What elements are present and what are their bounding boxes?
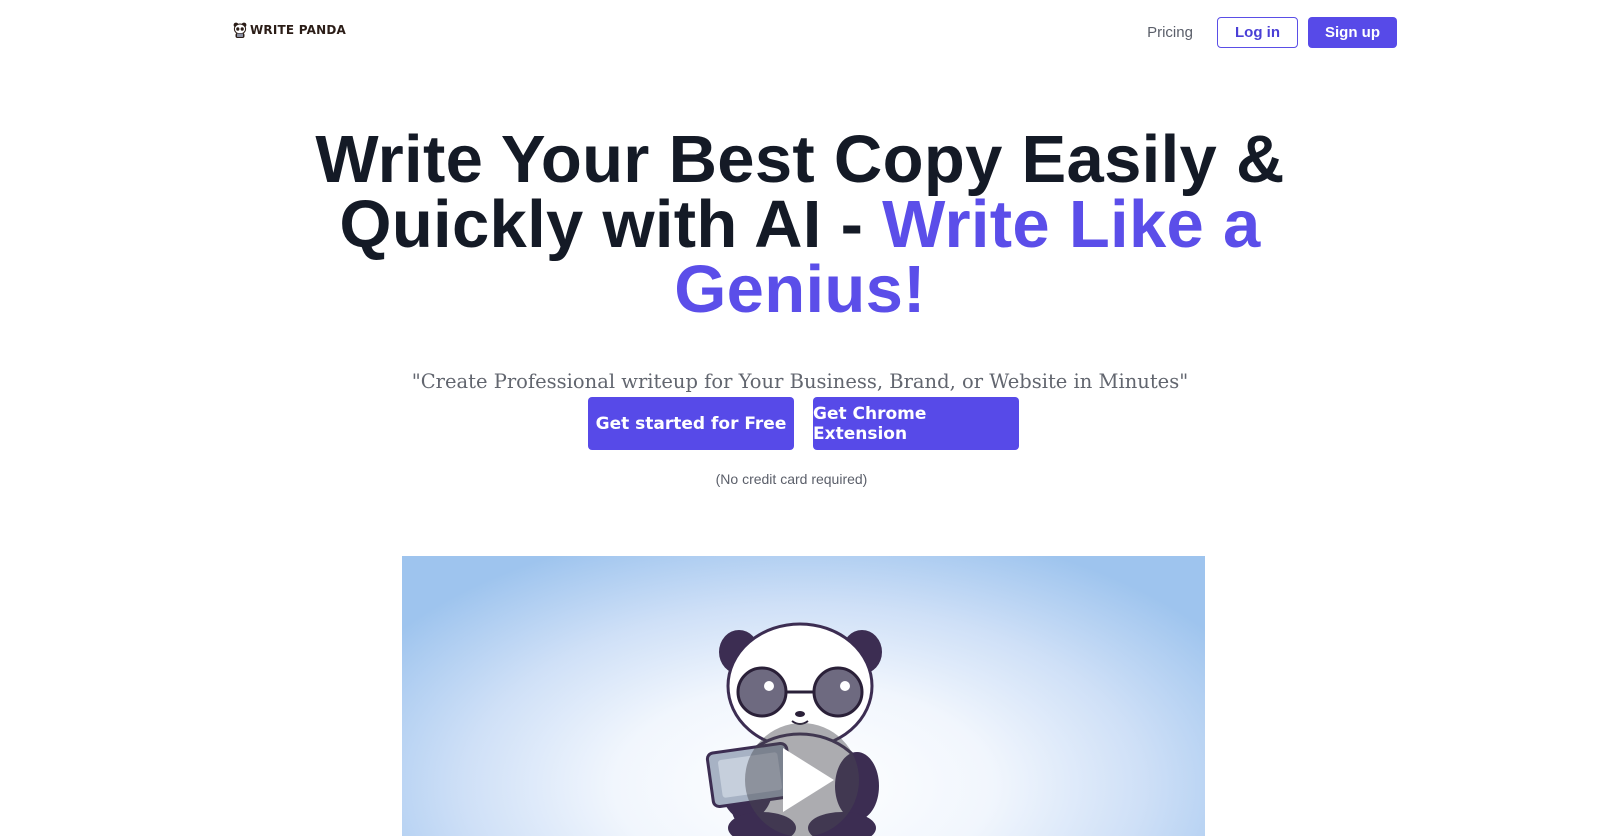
panda-logo-icon — [233, 22, 247, 38]
cta-group: Get started for Free Get Chrome Extensio… — [0, 397, 1600, 450]
headline-line-1: Write Your Best Copy Easily & — [315, 122, 1285, 197]
nav-pricing-link[interactable]: Pricing — [1120, 22, 1220, 44]
login-button[interactable]: Log in — [1217, 17, 1298, 48]
top-nav: WRITE PANDA Pricing Log in Sign up — [0, 0, 1600, 70]
headline-accent-2: Genius! — [674, 252, 926, 327]
hero-headline: Write Your Best Copy Easily & Quickly wi… — [250, 126, 1350, 323]
signup-button[interactable]: Sign up — [1308, 17, 1397, 48]
headline-line-2: Quickly with AI - — [339, 187, 883, 262]
no-credit-card-note: (No credit card required) — [715, 471, 868, 487]
chrome-extension-button[interactable]: Get Chrome Extension — [813, 397, 1019, 450]
brand-logo[interactable]: WRITE PANDA — [233, 20, 346, 40]
get-started-button[interactable]: Get started for Free — [588, 397, 794, 450]
intro-video[interactable] — [402, 556, 1205, 836]
hero-subheadline: "Create Professional writeup for Your Bu… — [411, 369, 1189, 393]
headline-accent-1: Write Like a — [882, 187, 1261, 262]
brand-name: WRITE PANDA — [250, 23, 346, 37]
panda-illustration — [705, 622, 882, 836]
